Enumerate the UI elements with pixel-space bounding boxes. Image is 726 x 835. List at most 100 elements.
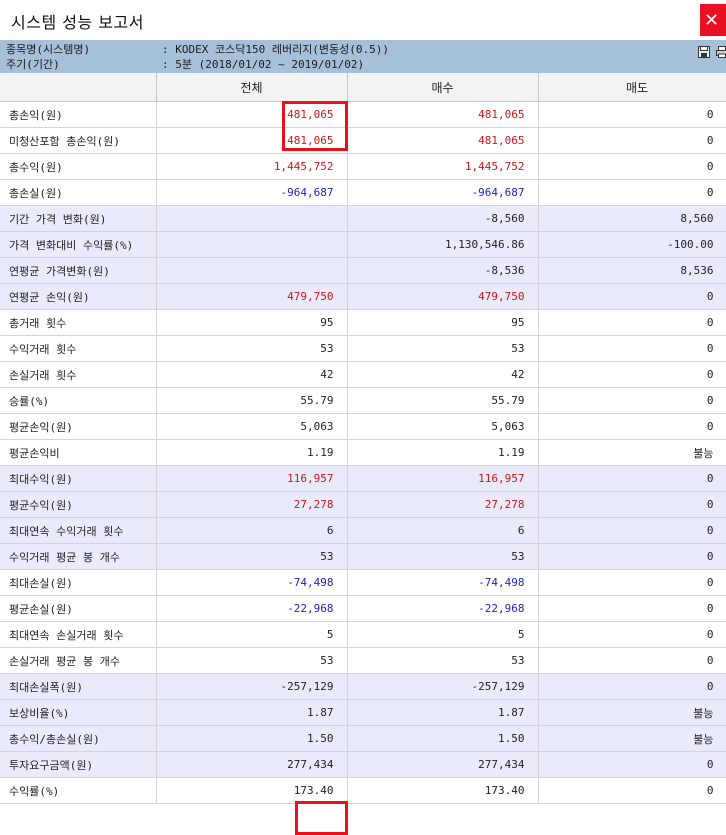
cell-total: 95: [156, 310, 347, 336]
row-label: 평균손익비: [0, 440, 156, 466]
period-value: : 5분 (2018/01/02 ~ 2019/01/02): [162, 56, 364, 72]
cell-total: 53: [156, 336, 347, 362]
row-label: 가격 변화대비 수익률(%): [0, 232, 156, 258]
table-row[interactable]: 총손실(원)-964,687-964,6870: [0, 180, 726, 206]
header-total[interactable]: 전체: [156, 73, 347, 102]
cell-total: 1,445,752: [156, 154, 347, 180]
cell-buy: -22,968: [347, 596, 538, 622]
header-sell[interactable]: 매도: [538, 73, 726, 102]
cell-total: [156, 206, 347, 232]
cell-buy: 6: [347, 518, 538, 544]
table-row[interactable]: 총거래 횟수95950: [0, 310, 726, 336]
table-row[interactable]: 최대연속 수익거래 횟수660: [0, 518, 726, 544]
row-label: 총수익(원): [0, 154, 156, 180]
table-row[interactable]: 총수익(원)1,445,7521,445,7520: [0, 154, 726, 180]
table-row[interactable]: 평균손익비1.191.19불능: [0, 440, 726, 466]
table-row[interactable]: 총수익/총손실(원)1.501.50불능: [0, 726, 726, 752]
table-row[interactable]: 평균손실(원)-22,968-22,9680: [0, 596, 726, 622]
title-bar: 시스템 성능 보고서 ✕: [0, 0, 726, 40]
row-label: 최대손실(원): [0, 570, 156, 596]
cell-sell: 0: [538, 492, 726, 518]
cell-total: 481,065: [156, 128, 347, 154]
cell-total: 5,063: [156, 414, 347, 440]
table-row[interactable]: 손실거래 횟수42420: [0, 362, 726, 388]
row-label: 총수익/총손실(원): [0, 726, 156, 752]
table-row[interactable]: 미청산포함 총손익(원)481,065481,0650: [0, 128, 726, 154]
cell-sell: 0: [538, 180, 726, 206]
row-label: 미청산포함 총손익(원): [0, 128, 156, 154]
table-row[interactable]: 보상비율(%)1.871.87불능: [0, 700, 726, 726]
cell-buy: 116,957: [347, 466, 538, 492]
cell-buy: 1.19: [347, 440, 538, 466]
item-name-row: 종목명(시스템명) : KODEX 코스닥150 레버리지(변동성(0.5)): [0, 41, 726, 56]
row-label: 총손실(원): [0, 180, 156, 206]
cell-buy: -8,536: [347, 258, 538, 284]
row-label: 평균손익(원): [0, 414, 156, 440]
table-row[interactable]: 연평균 손익(원)479,750479,7500: [0, 284, 726, 310]
table-row[interactable]: 투자요구금액(원)277,434277,4340: [0, 752, 726, 778]
row-label: 투자요구금액(원): [0, 752, 156, 778]
cell-buy: 173.40: [347, 778, 538, 804]
cell-sell: 0: [538, 362, 726, 388]
table-row[interactable]: 연평균 가격변화(원)-8,5368,536: [0, 258, 726, 284]
table-row[interactable]: 평균손익(원)5,0635,0630: [0, 414, 726, 440]
close-icon: ✕: [704, 10, 719, 31]
row-label: 수익거래 횟수: [0, 336, 156, 362]
cell-total: [156, 258, 347, 284]
cell-total: -964,687: [156, 180, 347, 206]
close-button[interactable]: ✕: [700, 4, 726, 36]
cell-total: -257,129: [156, 674, 347, 700]
cell-buy: 53: [347, 336, 538, 362]
period-label: 주기(기간): [6, 56, 60, 72]
table-row[interactable]: 총손익(원)481,065481,0650: [0, 102, 726, 128]
cell-total: -22,968: [156, 596, 347, 622]
cell-buy: 53: [347, 648, 538, 674]
cell-sell: 0: [538, 466, 726, 492]
row-label: 수익률(%): [0, 778, 156, 804]
table-row[interactable]: 최대연속 손실거래 횟수550: [0, 622, 726, 648]
cell-sell: 8,560: [538, 206, 726, 232]
table-row[interactable]: 수익률(%)173.40173.400: [0, 778, 726, 804]
row-label: 손실거래 횟수: [0, 362, 156, 388]
cell-sell: 0: [538, 674, 726, 700]
info-panel: 종목명(시스템명) : KODEX 코스닥150 레버리지(변동성(0.5)) …: [0, 40, 726, 73]
table-row[interactable]: 수익거래 평균 봉 개수53530: [0, 544, 726, 570]
row-label: 보상비율(%): [0, 700, 156, 726]
cell-total: 6: [156, 518, 347, 544]
header-buy[interactable]: 매수: [347, 73, 538, 102]
table-row[interactable]: 평균수익(원)27,27827,2780: [0, 492, 726, 518]
print-icon[interactable]: [716, 45, 726, 59]
table-row[interactable]: 수익거래 횟수53530: [0, 336, 726, 362]
cell-sell: 0: [538, 518, 726, 544]
cell-buy: 481,065: [347, 102, 538, 128]
row-label: 손실거래 평균 봉 개수: [0, 648, 156, 674]
row-label: 수익거래 평균 봉 개수: [0, 544, 156, 570]
table-row[interactable]: 최대손실폭(원)-257,129-257,1290: [0, 674, 726, 700]
table-row[interactable]: 최대손실(원)-74,498-74,4980: [0, 570, 726, 596]
report-grid-container[interactable]: 전체 매수 매도 총손익(원)481,065481,0650미청산포함 총손익(…: [0, 73, 726, 819]
cell-buy: -964,687: [347, 180, 538, 206]
cell-sell: 0: [538, 596, 726, 622]
cell-buy: 55.79: [347, 388, 538, 414]
cell-total: 479,750: [156, 284, 347, 310]
table-row[interactable]: 가격 변화대비 수익률(%)1,130,546.86-100.00: [0, 232, 726, 258]
row-label: 연평균 손익(원): [0, 284, 156, 310]
cell-buy: 5,063: [347, 414, 538, 440]
cell-buy: 95: [347, 310, 538, 336]
cell-total: 42: [156, 362, 347, 388]
cell-buy: 1.87: [347, 700, 538, 726]
row-label: 평균손실(원): [0, 596, 156, 622]
table-row[interactable]: 승률(%)55.7955.790: [0, 388, 726, 414]
cell-sell: 0: [538, 128, 726, 154]
cell-sell: 0: [538, 154, 726, 180]
save-icon[interactable]: [698, 45, 710, 59]
cell-total: 55.79: [156, 388, 347, 414]
item-name-value: : KODEX 코스닥150 레버리지(변동성(0.5)): [162, 41, 389, 57]
table-row[interactable]: 기간 가격 변화(원)-8,5608,560: [0, 206, 726, 232]
table-row[interactable]: 손실거래 평균 봉 개수53530: [0, 648, 726, 674]
row-label: 승률(%): [0, 388, 156, 414]
cell-sell: 0: [538, 414, 726, 440]
table-row[interactable]: 최대수익(원)116,957116,9570: [0, 466, 726, 492]
header-label-col: [0, 73, 156, 102]
cell-total: 53: [156, 544, 347, 570]
